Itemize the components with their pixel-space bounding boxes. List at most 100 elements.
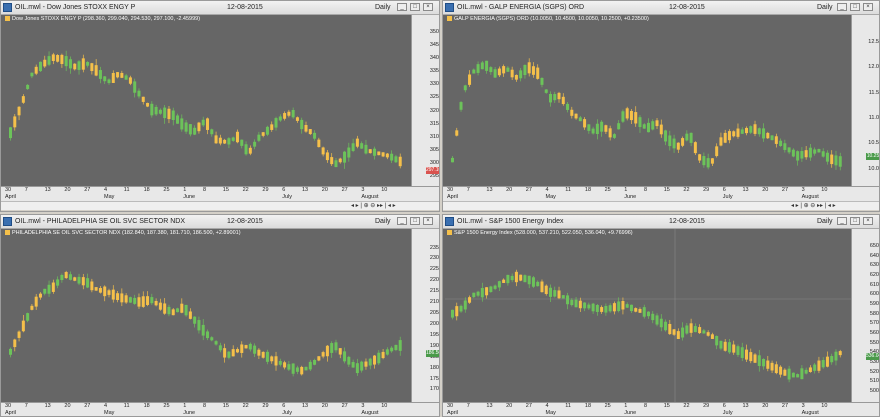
- candle-body: [34, 296, 38, 307]
- window-titlebar[interactable]: OIL.mwl - S&P 1500 Energy Index 12-08-20…: [443, 215, 879, 229]
- candle-body: [368, 149, 372, 154]
- legend-text: GALP ENERGIA (SGPS) ORD (10.0050, 10.450…: [454, 16, 649, 22]
- date-tick-label: 1: [183, 187, 187, 193]
- candle-body: [38, 61, 42, 72]
- date-tick-label: 11: [565, 403, 571, 409]
- minimize-button[interactable]: _: [397, 217, 407, 225]
- time-axis[interactable]: 30 7 13 20 27 4 11 18 25 1 8 15 22 29 6 13 20 27 3 10 April M…: [1, 186, 439, 201]
- candle-body: [480, 288, 484, 298]
- chart-nav-controls[interactable]: ◂ ▸ | ⊕ ⊖ ▸▸ | ◂ ▸: [351, 202, 396, 210]
- chart-window-top-left[interactable]: OIL.mwl - Dow Jones STOXX ENGY P 12-08-2…: [0, 0, 440, 212]
- date-tick-label: 15: [222, 403, 229, 409]
- chart-window-bottom-right[interactable]: OIL.mwl - S&P 1500 Energy Index 12-08-20…: [442, 214, 880, 417]
- candle-body: [702, 156, 706, 166]
- minimize-button[interactable]: _: [397, 3, 407, 11]
- candle-body: [655, 315, 659, 325]
- time-axis[interactable]: 30 7 13 20 27 4 11 18 25 1 8 15 22 29 6 13 20 27 3 10 April M…: [443, 186, 879, 201]
- chart-area[interactable]: S&P 1500 Energy Index (528.000, 537.210,…: [443, 229, 879, 402]
- chart-window-bottom-left[interactable]: OIL.mwl - PHILADELPHIA SE OIL SVC SECTOR…: [0, 214, 440, 417]
- date-tick-label: 10: [381, 187, 388, 193]
- minimize-button[interactable]: _: [837, 3, 847, 11]
- candle-body: [825, 356, 829, 367]
- candle-body: [111, 289, 115, 300]
- date-tick-label: 22: [242, 403, 249, 409]
- candle-body: [540, 77, 544, 85]
- price-chart[interactable]: [445, 229, 851, 402]
- month-label: July: [722, 410, 733, 416]
- candle-body: [394, 156, 398, 163]
- candle-body: [574, 299, 578, 308]
- maximize-button[interactable]: □: [410, 217, 420, 225]
- candle-body: [693, 142, 697, 154]
- candle-body: [770, 135, 774, 141]
- maximize-button[interactable]: □: [410, 3, 420, 11]
- price-chart[interactable]: [445, 15, 851, 200]
- candle-body: [210, 129, 214, 135]
- chart-scrollbar[interactable]: ◂ ▸ | ⊕ ⊖ ▸▸ | ◂ ▸: [443, 201, 879, 210]
- window-titlebar[interactable]: OIL.mwl - Dow Jones STOXX ENGY P 12-08-2…: [1, 1, 439, 15]
- time-axis[interactable]: 30 7 13 20 27 4 11 18 25 1 8 15 22 29 6 13 20 27 3 10 April M…: [1, 402, 439, 416]
- candle-body: [740, 347, 744, 358]
- candle-body: [800, 368, 804, 380]
- maximize-button[interactable]: □: [850, 3, 860, 11]
- price-axis[interactable]: 6506406306206106005905805705605505405305…: [851, 229, 879, 402]
- candle-body: [398, 340, 402, 351]
- candle-body: [561, 295, 565, 299]
- time-axis[interactable]: 30 7 13 20 27 4 11 18 25 1 8 15 22 29 6 13 20 27 3 10 April M…: [443, 402, 879, 416]
- candle-body: [116, 72, 120, 78]
- price-axis[interactable]: 3503453403353303253203153103053002952902…: [411, 15, 439, 200]
- date-tick-label: 25: [604, 403, 611, 409]
- chart-area[interactable]: PHILADELPHIA SE OIL SVC SECTOR NDX (182.…: [1, 229, 439, 402]
- candle-body: [536, 67, 540, 79]
- candle-body: [557, 92, 561, 100]
- price-tick-label: 345: [429, 42, 439, 49]
- date-tick-label: 25: [604, 187, 611, 193]
- candle-body: [270, 124, 274, 130]
- price-chart[interactable]: [3, 229, 411, 402]
- candle-body: [64, 56, 68, 67]
- candle-body: [719, 340, 723, 349]
- date-tick-label: 18: [143, 403, 150, 409]
- window-date: 12-08-2015: [227, 4, 263, 11]
- candle-body: [373, 148, 377, 156]
- candle-body: [787, 147, 791, 153]
- candle-body: [231, 137, 235, 141]
- price-axis[interactable]: 12.5 12.0 11.5 11.0 10.5 10.0 10.25: [851, 15, 879, 200]
- price-chart[interactable]: [3, 15, 411, 200]
- candle-body: [287, 364, 291, 370]
- candle-body: [128, 297, 132, 303]
- candle-body: [519, 274, 523, 281]
- candle-body: [455, 306, 459, 317]
- close-button[interactable]: ×: [423, 217, 433, 225]
- chart-scrollbar[interactable]: ◂ ▸ | ⊕ ⊖ ▸▸ | ◂ ▸: [1, 201, 439, 210]
- window-titlebar[interactable]: OIL.mwl - PHILADELPHIA SE OIL SVC SECTOR…: [1, 215, 439, 229]
- candle-body: [223, 348, 227, 358]
- chart-nav-controls[interactable]: ◂ ▸ | ⊕ ⊖ ▸▸ | ◂ ▸: [791, 202, 836, 210]
- chart-area[interactable]: Dow Jones STOXX ENGY P (298.360, 299.040…: [1, 15, 439, 200]
- window-titlebar[interactable]: OIL.mwl - GALP ENERGIA (SGPS) ORD 12-08-…: [443, 1, 879, 15]
- candle-body: [493, 69, 497, 78]
- candle-body: [825, 152, 829, 162]
- minimize-button[interactable]: _: [837, 217, 847, 225]
- candle-body: [527, 62, 531, 74]
- candle-body: [838, 351, 842, 356]
- candle-body: [176, 115, 180, 124]
- candle-body: [206, 331, 209, 339]
- close-button[interactable]: ×: [863, 3, 873, 11]
- candle-body: [124, 295, 128, 303]
- candle-body: [141, 296, 145, 307]
- candle-body: [625, 108, 629, 119]
- date-tick-label: 4: [104, 187, 108, 193]
- candle-body: [351, 143, 355, 151]
- candle-body: [257, 349, 261, 356]
- candle-body: [813, 364, 817, 371]
- close-button[interactable]: ×: [423, 3, 433, 11]
- month-label: July: [282, 410, 292, 416]
- chart-window-top-right[interactable]: OIL.mwl - GALP ENERGIA (SGPS) ORD 12-08-…: [442, 0, 880, 212]
- date-tick-label: 3: [361, 403, 365, 409]
- maximize-button[interactable]: □: [850, 217, 860, 225]
- price-axis[interactable]: 2352302252202152102052001951901851801751…: [411, 229, 439, 402]
- candle-body: [808, 367, 812, 372]
- chart-area[interactable]: GALP ENERGIA (SGPS) ORD (10.0050, 10.450…: [443, 15, 879, 200]
- close-button[interactable]: ×: [863, 217, 873, 225]
